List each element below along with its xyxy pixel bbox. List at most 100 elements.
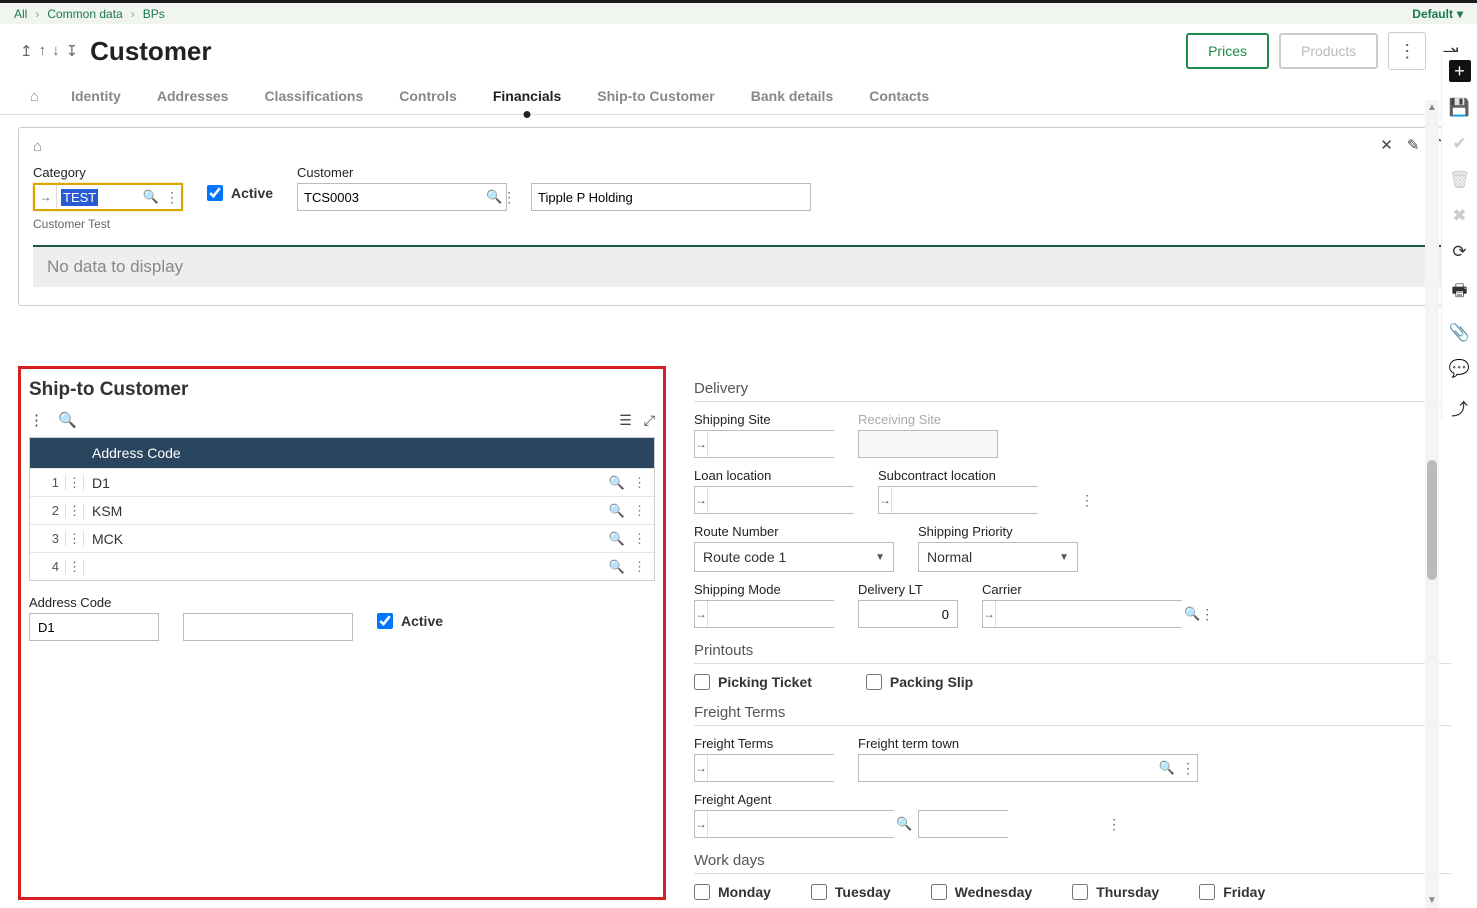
addr-active-input[interactable] [377,613,393,629]
table-row[interactable]: 3⋮MCK🔍⋮ [30,524,654,552]
more-icon[interactable]: ⋮ [633,531,646,547]
addr-active-checkbox[interactable]: Active [377,613,443,629]
freight-terms-input[interactable]: → 🔍 ⋮ [694,754,834,782]
check-icon[interactable]: ✔ [1452,134,1466,154]
search-icon[interactable]: 🔍 [609,531,625,547]
tools-icon[interactable]: ✕ [1380,136,1393,154]
more-icon[interactable]: ⋮ [1080,492,1094,509]
add-icon[interactable]: + [1449,60,1471,82]
carrier-input[interactable]: → 🔍 ⋮ [982,600,1182,628]
tab-identity[interactable]: Identity [67,78,125,114]
tab-bank[interactable]: Bank details [747,78,837,114]
addr-code-input[interactable] [29,613,159,641]
tab-controls[interactable]: Controls [395,78,461,114]
more-icon[interactable]: ⋮ [502,189,516,206]
lt-input[interactable] [858,600,958,628]
scroll-thumb[interactable] [1427,460,1437,580]
customer-code-field[interactable] [298,184,486,210]
loan-input[interactable]: → ⋮ [694,486,854,514]
workday-checkbox[interactable]: Tuesday [811,884,891,900]
freight-town-input[interactable]: 🔍 ⋮ [858,754,1198,782]
arrow-right-icon[interactable]: → [695,487,708,513]
search-icon[interactable]: 🔍 [1155,760,1179,776]
workday-input[interactable] [694,884,710,900]
workday-input[interactable] [811,884,827,900]
table-row[interactable]: 1⋮D1🔍⋮ [30,468,654,496]
row-menu-icon[interactable]: ⋮ [66,559,84,575]
save-icon[interactable]: 💾 [1449,98,1470,118]
grid-search-icon[interactable]: 🔍 [58,411,77,429]
search-icon[interactable]: 🔍 [896,816,912,832]
col-address-code[interactable]: Address Code [84,445,654,461]
more-icon[interactable]: ⋮ [163,189,181,206]
arrow-up-out-icon[interactable]: ↥ [18,40,35,62]
tab-shipto[interactable]: Ship-to Customer [593,78,718,114]
trash-icon[interactable]: 🗑 [1449,170,1471,190]
ship-site-input[interactable]: → 🔍 ⋮ [694,430,834,458]
arrow-down-icon[interactable]: ↓ [50,40,62,62]
route-select[interactable]: Route code 1 [694,542,894,572]
products-button[interactable]: Products [1279,33,1378,69]
mode-input[interactable]: → 🔍 ⋮ [694,600,834,628]
subcon-input[interactable]: → ⋮ [878,486,1038,514]
picking-checkbox[interactable]: Picking Ticket [694,674,812,690]
layers-icon[interactable]: ☰ [619,412,632,429]
addr-desc-input[interactable] [183,613,353,641]
table-row[interactable]: 2⋮KSM🔍⋮ [30,496,654,524]
workday-checkbox[interactable]: Wednesday [931,884,1033,900]
tab-classifications[interactable]: Classifications [260,78,367,114]
more-icon[interactable]: ⋮ [633,559,646,575]
arrow-right-icon[interactable]: → [35,185,57,209]
picking-input[interactable] [694,674,710,690]
table-row[interactable]: 4⋮🔍⋮ [30,552,654,580]
active-checkbox[interactable]: Active [207,185,273,201]
expand-icon[interactable]: ⤢ [644,412,655,429]
search-icon[interactable]: 🔍 [609,503,625,519]
row-menu-icon[interactable]: ⋮ [66,475,84,491]
arrow-down-out-icon[interactable]: ↧ [64,40,81,62]
subcon-field[interactable] [892,487,1080,513]
vertical-scrollbar[interactable]: ▲ ▼ [1425,100,1439,908]
workday-checkbox[interactable]: Monday [694,884,771,900]
home-icon[interactable]: ⌂ [30,80,39,113]
share-icon[interactable]: ⤴ [1451,395,1468,420]
workday-input[interactable] [1072,884,1088,900]
arrow-right-icon[interactable]: → [983,601,996,627]
comment-icon[interactable]: 💬 [1449,359,1470,379]
print-icon[interactable]: 🖶 [1451,278,1467,307]
tab-addresses[interactable]: Addresses [153,78,233,114]
loan-field[interactable] [708,487,896,513]
freight-agent-input[interactable]: → 🔍 ⋮ [694,810,894,838]
customer-name-field[interactable] [532,184,810,210]
attach-icon[interactable]: 📎 [1449,323,1470,343]
close-icon[interactable]: ✖ [1452,206,1466,226]
freight-agent-extra-field[interactable] [919,811,1107,837]
row-menu-icon[interactable]: ⋮ [66,503,84,519]
more-actions-button[interactable]: ⋮ [1388,32,1426,70]
edit-icon[interactable]: ✎ [1407,136,1420,154]
arrow-right-icon[interactable]: → [695,811,708,837]
crumb-all[interactable]: All [14,7,27,21]
more-icon[interactable]: ⋮ [1200,606,1214,623]
freight-agent-extra[interactable]: ⋮ [918,810,1008,838]
arrow-right-icon[interactable]: → [695,431,708,457]
customer-code-input[interactable]: 🔍 ⋮ [297,183,507,211]
workday-checkbox[interactable]: Friday [1199,884,1265,900]
tab-contacts[interactable]: Contacts [865,78,933,114]
scroll-up-icon[interactable]: ▲ [1425,102,1439,113]
search-icon[interactable]: 🔍 [609,475,625,491]
panel-home-icon[interactable]: ⌂ [33,138,42,155]
category-input[interactable]: → TEST 🔍 ⋮ [33,183,183,211]
active-check-input[interactable] [207,185,223,201]
carrier-field[interactable] [996,601,1184,627]
priority-select[interactable]: Normal [918,542,1078,572]
packing-input[interactable] [866,674,882,690]
more-icon[interactable]: ⋮ [633,503,646,519]
workday-checkbox[interactable]: Thursday [1072,884,1159,900]
crumb-common[interactable]: Common data [47,7,122,21]
freight-agent-field[interactable] [708,811,896,837]
arrow-right-icon[interactable]: → [879,487,892,513]
arrow-right-icon[interactable]: → [695,755,708,781]
customer-name-input[interactable] [531,183,811,211]
search-icon[interactable]: 🔍 [139,189,163,205]
